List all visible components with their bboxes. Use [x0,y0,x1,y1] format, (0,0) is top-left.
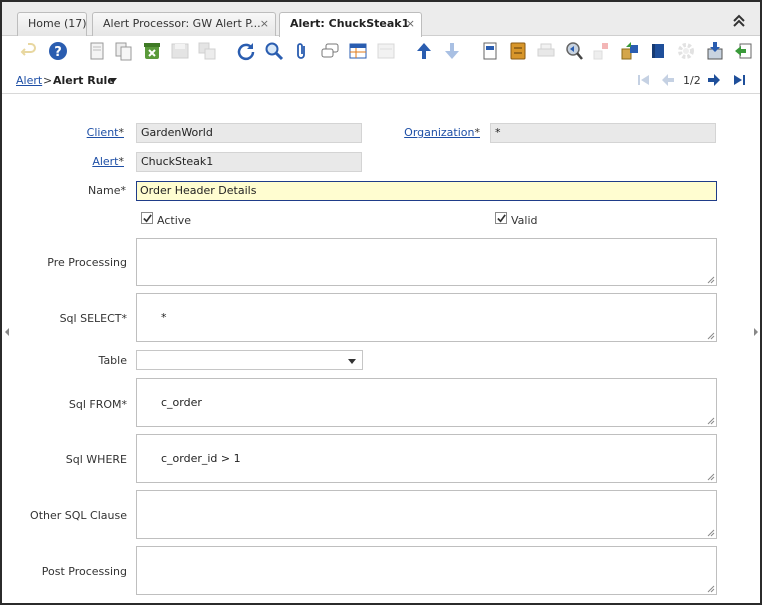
breadcrumb-current[interactable]: Alert Rule [53,74,115,87]
grid-toggle-icon[interactable] [347,40,369,62]
valid-label: Valid [511,214,538,227]
valid-checkbox[interactable] [495,212,507,224]
resize-grip-icon[interactable] [707,473,715,481]
sql-select-label: Sql SELECT* [59,312,127,325]
refresh-icon[interactable] [235,40,257,62]
expand-left-icon[interactable] [4,327,10,337]
chevron-down-icon[interactable] [109,78,117,83]
client-field: GardenWorld [136,123,362,143]
export-icon[interactable] [732,40,754,62]
organization-field: * [490,123,716,143]
request-icon[interactable] [591,40,613,62]
breadcrumb-separator: > [43,74,53,87]
new-record-icon[interactable] [86,40,108,62]
active-workflows-icon[interactable] [647,40,669,62]
resize-grip-icon[interactable] [707,332,715,340]
toolbar: ? [2,37,760,67]
chevron-down-icon [348,359,356,364]
save-icon[interactable] [169,40,191,62]
help-icon[interactable]: ? [47,40,69,62]
alert-label[interactable]: Alert* [32,155,124,168]
undo-icon[interactable] [18,40,40,62]
svg-text:?: ? [54,45,62,60]
first-record-icon[interactable] [636,72,652,88]
attachment-icon[interactable] [291,40,313,62]
tab-home-label: Home (17) [28,17,87,30]
client-label[interactable]: Client* [32,126,124,139]
zoom-across-icon[interactable] [563,40,585,62]
last-record-icon[interactable] [731,72,747,88]
import-icon[interactable] [704,40,726,62]
tab-alert-processor-label: Alert Processor: GW Alert P... [103,17,261,30]
previous-tab-icon[interactable] [413,40,435,62]
expand-right-icon[interactable] [753,327,759,337]
breadcrumb-parent-link[interactable]: Alert [16,74,42,87]
resize-grip-icon[interactable] [707,417,715,425]
alert-field: ChuckSteak1 [136,152,362,172]
record-count: 1/2 [683,74,701,87]
archive-icon[interactable] [507,40,529,62]
tab-home[interactable]: Home (17) [17,12,87,36]
active-checkbox[interactable] [141,212,153,224]
other-sql-clause-textarea[interactable] [136,490,717,539]
previous-record-icon[interactable] [660,72,676,88]
breadcrumb: Alert > Alert Rule 1/2 [2,68,760,94]
window: Home (17) Alert Processor: GW Alert P...… [0,0,762,605]
close-icon[interactable]: × [406,13,415,35]
table-label: Table [98,354,127,367]
find-icon[interactable] [263,40,285,62]
parent-record-icon[interactable] [375,40,397,62]
next-record-icon[interactable] [706,72,722,88]
pre-processing-label: Pre Processing [47,256,127,269]
active-label: Active [157,214,192,227]
next-tab-icon[interactable] [441,40,463,62]
close-icon[interactable]: × [260,13,269,35]
sql-select-textarea[interactable]: * [136,293,717,342]
sql-from-textarea[interactable]: c_order [136,378,717,427]
name-label: Name* [88,184,126,197]
collapse-icon[interactable] [732,14,746,28]
print-icon[interactable] [535,40,557,62]
tab-alert-chucksteak[interactable]: Alert: ChuckSteak1 × [279,12,422,37]
delete-icon[interactable] [141,40,163,62]
tab-alert-chucksteak-label: Alert: ChuckSteak1 [290,17,410,30]
resize-grip-icon[interactable] [707,585,715,593]
checkmark-icon [497,214,506,223]
post-processing-label: Post Processing [41,565,127,578]
workflow-icon[interactable] [675,40,697,62]
copy-record-icon[interactable] [113,40,135,62]
sql-from-label: Sql FROM* [68,398,127,411]
other-sql-clause-label: Other SQL Clause [30,509,127,522]
table-select[interactable] [136,350,363,370]
tab-strip: Home (17) Alert Processor: GW Alert P...… [2,2,760,37]
resize-grip-icon[interactable] [707,529,715,537]
tab-alert-processor[interactable]: Alert Processor: GW Alert P... × [92,12,276,36]
post-processing-textarea[interactable] [136,546,717,595]
organization-label[interactable]: Organization* [382,126,480,139]
resize-grip-icon[interactable] [707,276,715,284]
pre-processing-textarea[interactable] [136,238,717,286]
sql-where-textarea[interactable]: c_order_id > 1 [136,434,717,483]
name-input[interactable]: Order Header Details [136,181,717,201]
chat-icon[interactable] [319,40,341,62]
report-icon[interactable] [479,40,501,62]
product-info-icon[interactable] [619,40,641,62]
checkmark-icon [143,214,152,223]
save-new-icon[interactable] [196,40,218,62]
sql-where-label: Sql WHERE [65,453,127,466]
